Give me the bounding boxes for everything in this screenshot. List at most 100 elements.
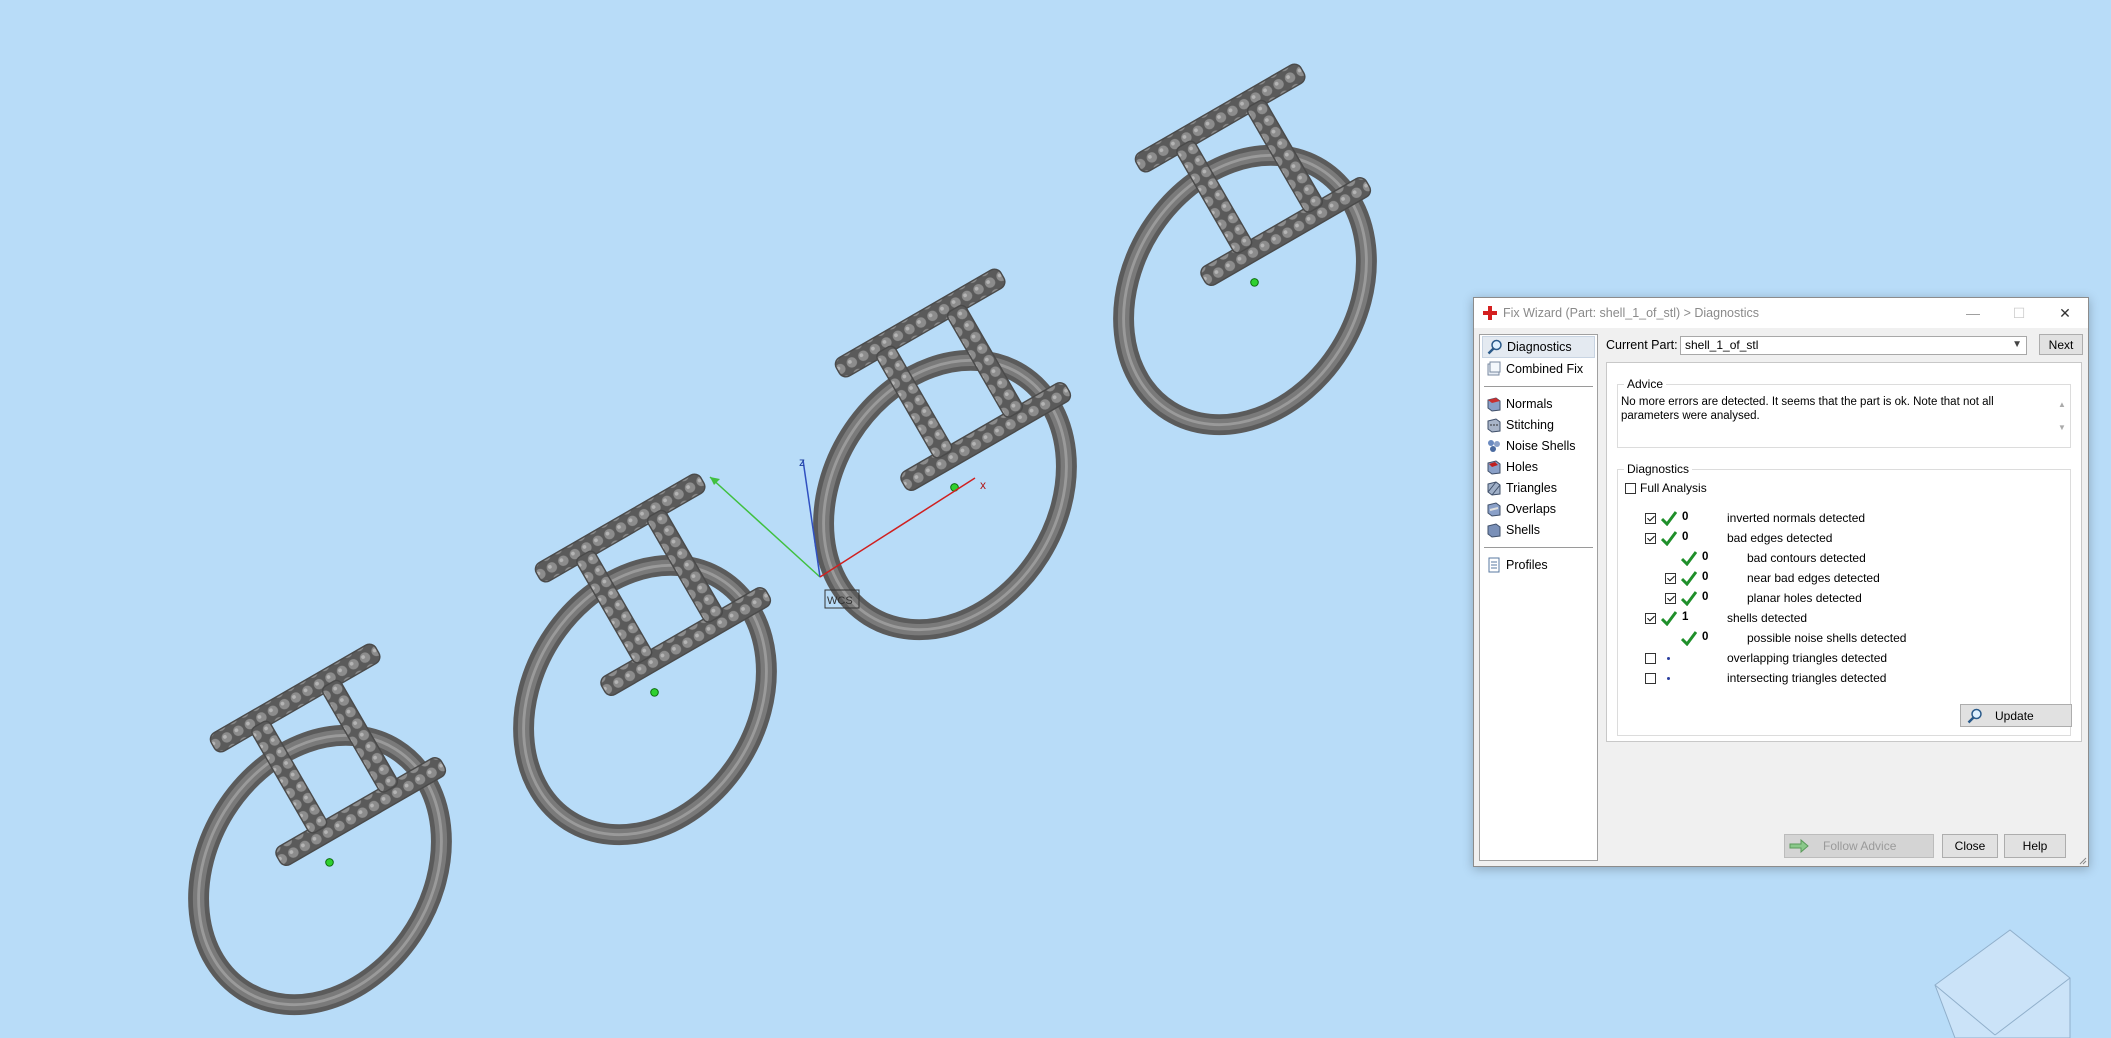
intersecting-triangles-label: intersecting triangles detected [1727, 671, 1887, 685]
nav-item-noise-shells[interactable]: Noise Shells [1482, 436, 1595, 456]
follow-advice-label: Follow Advice [1823, 839, 1897, 853]
nav-item-combined-fix[interactable]: Combined Fix [1482, 359, 1595, 379]
window-title: Fix Wizard (Part: shell_1_of_stl) > Diag… [1503, 306, 1759, 320]
nav-label: Profiles [1506, 558, 1548, 572]
check-icon [1681, 591, 1697, 606]
current-part-label: Current Part: [1606, 338, 1678, 352]
check-icon [1681, 551, 1697, 566]
nav-item-overlaps[interactable]: Overlaps [1482, 499, 1595, 519]
nav-item-shells[interactable]: Shells [1482, 520, 1595, 540]
bad-edges-label: bad edges detected [1727, 531, 1833, 545]
bad-contours-count: 0 [1702, 551, 1709, 563]
noise-shells-label: possible noise shells detected [1747, 631, 1907, 645]
close-window-button[interactable]: ✕ [2042, 298, 2088, 328]
title-bar[interactable]: Fix Wizard (Part: shell_1_of_stl) > Diag… [1474, 298, 2088, 328]
nav-label: Overlaps [1506, 502, 1557, 516]
ring-model-4 [1074, 61, 1415, 470]
diagnostics-group: Diagnostics Full Analysis 0 inverted nor… [1617, 462, 2072, 736]
bad-edges-checkbox[interactable] [1645, 533, 1656, 544]
full-analysis-label: Full Analysis [1640, 481, 1707, 495]
wcs-label: WCS [827, 595, 853, 607]
help-button[interactable]: Help [2004, 834, 2066, 858]
intersecting-triangles-checkbox[interactable] [1645, 673, 1656, 684]
holes-icon [1487, 460, 1501, 475]
ring-model-2 [474, 471, 815, 880]
nav-label: Noise Shells [1506, 439, 1576, 453]
overlapping-triangles-checkbox[interactable] [1645, 653, 1656, 664]
near-bad-edges-label: near bad edges detected [1747, 571, 1880, 585]
pending-dot-icon [1667, 677, 1670, 680]
nav-label: Holes [1506, 460, 1538, 474]
shells-checkbox[interactable] [1645, 613, 1656, 624]
close-button[interactable]: Close [1942, 834, 1998, 858]
planar-holes-checkbox[interactable] [1665, 593, 1676, 604]
near-bad-edges-checkbox[interactable] [1665, 573, 1676, 584]
nav-label: Shells [1506, 523, 1541, 537]
check-icon [1661, 511, 1677, 526]
advice-text: No more errors are detected. It seems th… [1621, 396, 1994, 422]
resize-grip-icon[interactable] [2077, 855, 2087, 865]
profiles-icon [1488, 557, 1500, 573]
overlaps-icon [1487, 502, 1501, 517]
magnifier-icon [1967, 708, 1982, 723]
overlapping-triangles-label: overlapping triangles detected [1727, 651, 1888, 665]
magnifier-icon [1487, 339, 1502, 355]
app-cross-icon [1483, 306, 1497, 320]
dialog-buttons: Follow Advice Close Help [1606, 834, 2082, 858]
shells-icon [1487, 523, 1501, 538]
normals-icon [1487, 397, 1501, 412]
near-bad-edges-count: 0 [1702, 571, 1709, 583]
axis-z-label: z [799, 455, 805, 469]
nav-item-stitching[interactable]: Stitching [1482, 415, 1595, 435]
diagnostics-title: Diagnostics [1624, 462, 1693, 476]
noise-shells-icon [1488, 440, 1500, 452]
nav-label: Stitching [1506, 418, 1554, 432]
planar-holes-label: planar holes detected [1747, 591, 1862, 605]
nav-item-holes[interactable]: Holes [1482, 457, 1595, 477]
pending-dot-icon [1667, 657, 1670, 660]
wizard-content: Current Part: shell_1_of_stl ▼ Next Advi… [1606, 334, 2083, 859]
nav-label: Combined Fix [1506, 362, 1584, 376]
nav-item-profiles[interactable]: Profiles [1482, 555, 1595, 575]
inverted-normals-checkbox[interactable] [1645, 513, 1656, 524]
arrow-right-icon [1789, 839, 1809, 853]
stitching-icon [1487, 418, 1501, 433]
inverted-normals-count: 0 [1682, 511, 1689, 523]
current-part-select[interactable]: shell_1_of_stl ▼ [1680, 335, 2027, 355]
nav-divider [1484, 386, 1593, 387]
fix-wizard-dialog: Fix Wizard (Part: shell_1_of_stl) > Diag… [1473, 297, 2089, 867]
shells-label: shells detected [1727, 611, 1808, 625]
shells-count: 1 [1682, 611, 1689, 623]
nav-divider [1484, 547, 1593, 548]
maximize-button[interactable]: ☐ [1996, 298, 2042, 328]
nav-item-triangles[interactable]: Triangles [1482, 478, 1595, 498]
check-icon [1661, 531, 1677, 546]
view-cube [1934, 929, 2071, 1038]
follow-advice-button[interactable]: Follow Advice [1784, 834, 1934, 858]
nav-label: Normals [1506, 397, 1553, 411]
bad-edges-count: 0 [1682, 531, 1689, 543]
diagnostics-panel: Advice No more errors are detected. It s… [1606, 362, 2082, 742]
check-icon [1681, 631, 1697, 646]
nav-item-normals[interactable]: Normals [1482, 394, 1595, 414]
next-button[interactable]: Next [2039, 334, 2083, 355]
advice-scrollbar[interactable]: ▲ ▼ [2057, 393, 2067, 439]
axis-x-label: x [980, 478, 986, 492]
inverted-normals-label: inverted normals detected [1727, 511, 1866, 525]
wizard-nav: Diagnostics Combined Fix Normals Stitchi… [1479, 334, 1598, 861]
chevron-down-icon: ▼ [2012, 338, 2022, 350]
nav-item-diagnostics[interactable]: Diagnostics [1482, 336, 1595, 358]
advice-group: Advice No more errors are detected. It s… [1617, 377, 2071, 448]
nav-label: Diagnostics [1507, 340, 1572, 354]
check-icon [1681, 571, 1697, 586]
planar-holes-count: 0 [1702, 591, 1709, 603]
update-button[interactable]: Update [1960, 704, 2072, 727]
noise-shells-count: 0 [1702, 631, 1709, 643]
ring-model-1 [149, 641, 490, 1038]
bad-contours-label: bad contours detected [1747, 551, 1866, 565]
minimize-button[interactable]: — [1950, 298, 1996, 328]
current-part-value: shell_1_of_stl [1685, 338, 1759, 352]
nav-label: Triangles [1506, 481, 1557, 495]
full-analysis-checkbox[interactable] [1625, 483, 1636, 494]
current-part-row: Current Part: shell_1_of_stl ▼ Next [1606, 334, 2083, 356]
